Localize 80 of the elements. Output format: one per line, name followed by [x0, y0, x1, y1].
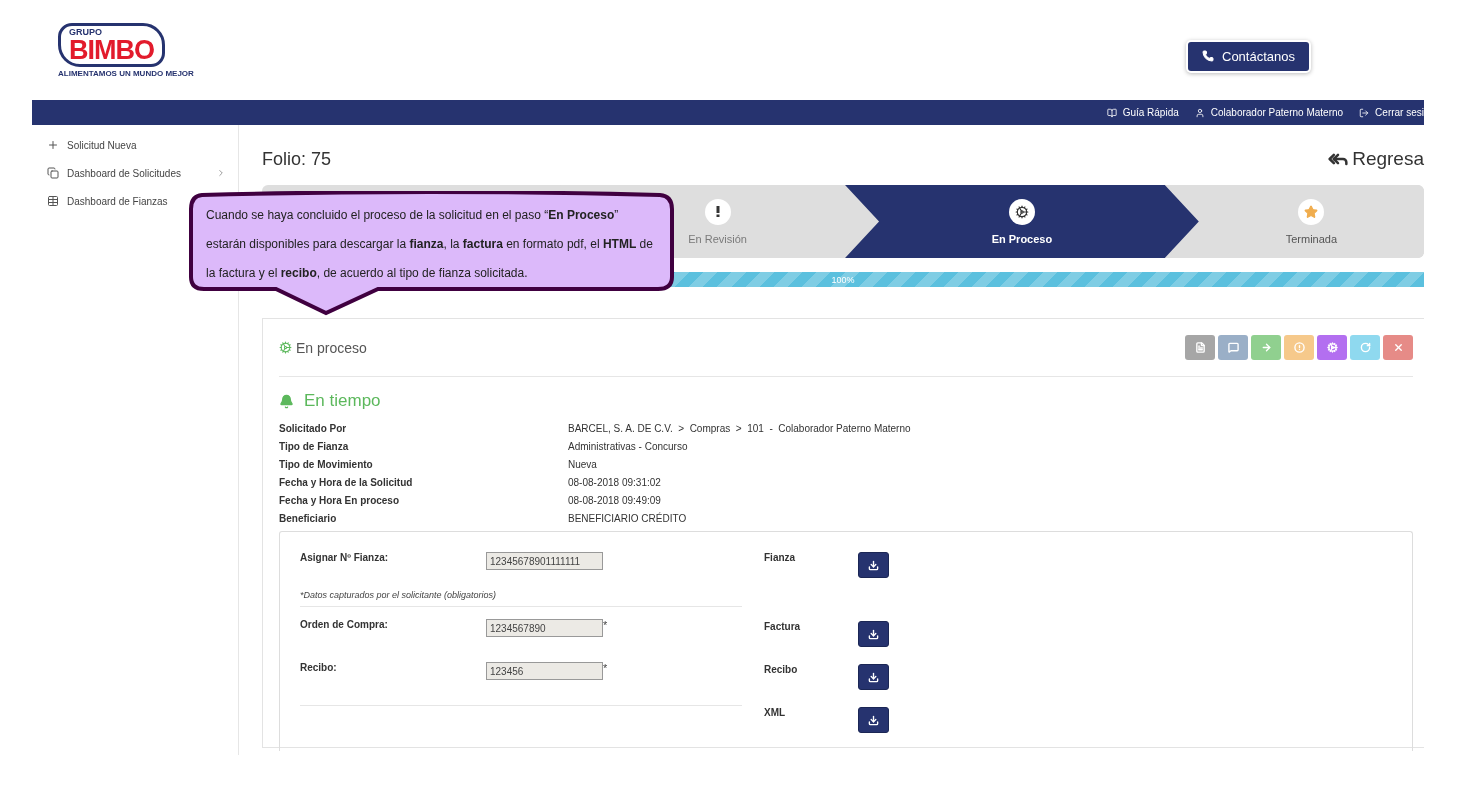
- progress-reading: 100%: [831, 274, 855, 285]
- detail-value: 08-08-2018 09:49:09: [568, 494, 662, 506]
- back-link[interactable]: Regresa: [1328, 148, 1424, 170]
- download-button[interactable]: [858, 621, 889, 647]
- action-button[interactable]: [1218, 335, 1248, 360]
- bell-icon: [279, 393, 294, 409]
- user-icon: [1194, 107, 1205, 118]
- sidebar-label: Dashboard de Fianzas: [67, 195, 169, 207]
- plus-icon: [47, 139, 59, 151]
- download-button[interactable]: [858, 664, 889, 690]
- detail-label: Tipo de Fianza: [279, 440, 350, 452]
- input-field[interactable]: 1234567890: [486, 619, 603, 637]
- gears-icon: [1014, 204, 1029, 219]
- action-button[interactable]: [1317, 335, 1347, 360]
- nav-link[interactable]: Cerrar sesi: [1359, 107, 1424, 118]
- star-icon: [1304, 204, 1319, 219]
- logo-text: GRUPO: [69, 27, 103, 37]
- download-label: Factura: [764, 621, 802, 632]
- logout-icon: [1359, 107, 1370, 118]
- download-icon: [868, 714, 879, 726]
- note-text: *Datos capturados por el solicitante (obligatorios): [300, 590, 742, 607]
- download-label: XML: [764, 707, 787, 718]
- action-button[interactable]: [1383, 335, 1413, 360]
- sidebar-label: Solicitud Nueva: [67, 139, 138, 151]
- detail-value: Nueva: [568, 458, 598, 470]
- panel-title: En proceso: [279, 339, 367, 356]
- refresh-icon: [1359, 342, 1371, 353]
- status-text: En tiempo: [304, 391, 381, 411]
- action-button[interactable]: [1251, 335, 1281, 360]
- arrow-right-icon: [1260, 342, 1272, 353]
- book-icon: [1106, 107, 1117, 118]
- action-button[interactable]: [1284, 335, 1314, 360]
- sidebar-item[interactable]: Dashboard de Solicitudes: [32, 159, 238, 187]
- detail-value: BARCEL, S. A. DE C.V. > Compras > 101 - Colaborador Paterno Materno: [568, 422, 912, 434]
- exclamation-icon: [715, 206, 720, 217]
- field-label: Asignar Nº Fianza:: [300, 552, 390, 563]
- required-mark: *: [603, 662, 608, 674]
- input-field[interactable]: 123456: [486, 662, 603, 680]
- step-label: En Proceso: [991, 232, 1053, 245]
- step-label: En Revisión: [688, 232, 747, 245]
- download-label: Fianza: [764, 552, 797, 563]
- gears-icon: [1326, 342, 1338, 353]
- download-icon: [868, 559, 879, 571]
- sidebar-label: Dashboard de Solicitudes: [67, 167, 182, 179]
- gears-icon: [279, 341, 292, 354]
- nav-link[interactable]: Guía Rápida: [1106, 107, 1179, 118]
- contact-button[interactable]: Contáctanos: [1188, 41, 1309, 71]
- detail-value: BENEFICIARIO CRÉDITO: [568, 512, 688, 524]
- download-icon: [868, 628, 879, 640]
- page-title: Folio: 75: [262, 148, 332, 170]
- field-label: Recibo:: [300, 662, 338, 673]
- nav-link[interactable]: Colaborador Paterno Materno: [1194, 107, 1344, 118]
- callout-text: Cuando se haya concluido el proceso de la solicitud en el paso “En Proceso” estarán disponibles para descargar la fianza, la factura en formato pdf, el HTML de la factura y el recibo, de acuerdo al tipo de fianza solicitada.: [206, 207, 654, 282]
- comment-icon: [1227, 342, 1239, 353]
- required-mark: *: [603, 619, 608, 631]
- download-button[interactable]: [858, 707, 889, 733]
- detail-value: Administrativas - Concurso: [568, 440, 689, 452]
- detail-label: Beneficiario: [279, 512, 338, 524]
- phone-icon: [1202, 50, 1214, 62]
- field-label: Orden de Compra:: [300, 619, 389, 630]
- table-icon: [47, 195, 59, 207]
- download-icon: [868, 671, 879, 683]
- documents-icon: [47, 167, 59, 179]
- detail-label: Fecha y Hora de la Solicitud: [279, 476, 414, 488]
- download-button[interactable]: [858, 552, 889, 578]
- step-label: Terminada: [1285, 232, 1338, 245]
- logo-tagline: ALIMENTAMOS UN MUNDO MEJOR: [58, 68, 194, 78]
- alert-icon: [1293, 342, 1305, 353]
- download-label: Recibo: [764, 664, 799, 675]
- detail-label: Solicitado Por: [279, 422, 348, 434]
- close-icon: [1392, 342, 1404, 353]
- action-button[interactable]: [1350, 335, 1380, 360]
- action-button[interactable]: [1185, 335, 1215, 360]
- input-field[interactable]: 12345678901111111: [486, 552, 603, 570]
- sidebar-item[interactable]: Solicitud Nueva: [32, 131, 238, 159]
- detail-label: Tipo de Movimiento: [279, 458, 374, 470]
- detail-value: 08-08-2018 09:31:02: [568, 476, 662, 488]
- logo-brand: BIMBO: [69, 36, 154, 64]
- detail-label: Fecha y Hora En proceso: [279, 494, 401, 506]
- pdf-icon: [1194, 342, 1206, 353]
